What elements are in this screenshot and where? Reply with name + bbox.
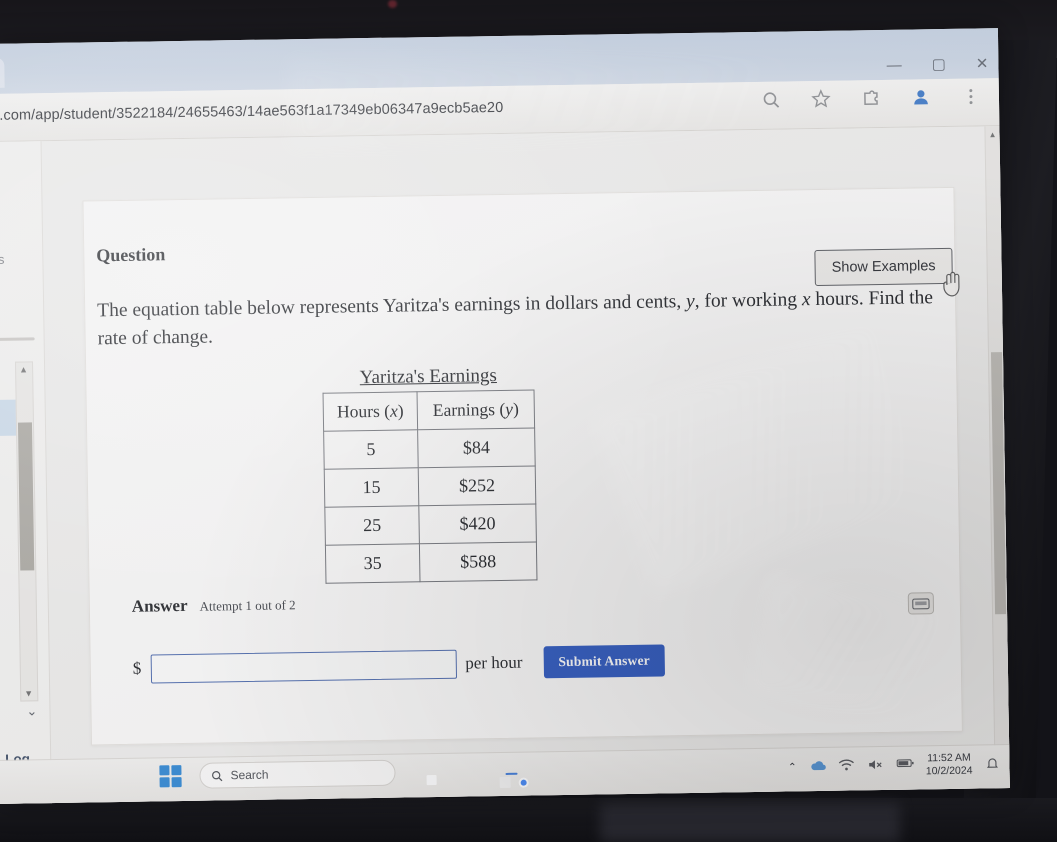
taskbar-app-list	[439, 771, 518, 775]
battery-icon[interactable]	[896, 758, 914, 774]
cell-earnings: $84	[417, 427, 536, 468]
onedrive-icon[interactable]	[810, 759, 827, 775]
chevron-down-icon[interactable]: ⌄	[26, 703, 37, 719]
search-icon[interactable]	[761, 90, 781, 110]
close-icon[interactable]: ✕	[976, 55, 989, 72]
clock-date: 10/2/2024	[925, 764, 973, 778]
clock-time: 11:52 AM	[927, 751, 971, 765]
system-tray: ⌃ 11:52 AM 10/2/2024	[788, 751, 1002, 781]
tray-overflow-icon[interactable]: ⌃	[788, 762, 797, 774]
currency-prefix: $	[132, 658, 142, 678]
bookmark-star-icon[interactable]	[811, 89, 831, 109]
scroll-up-icon[interactable]: ▲	[988, 130, 996, 139]
minimize-icon[interactable]: —	[887, 57, 902, 74]
maximize-icon[interactable]: ▢	[932, 56, 946, 73]
laptop-bezel-bottom	[0, 798, 1057, 842]
wifi-icon[interactable]	[839, 759, 855, 775]
browser-window: — ▢ ✕ h.com/app/student/3522184/24655463…	[0, 28, 1010, 804]
column-header-hours-var: x	[389, 400, 398, 421]
taskbar-clock[interactable]: 11:52 AM 10/2/2024	[926, 752, 973, 779]
sidebar-divider	[0, 337, 35, 341]
column-header-earnings-label: Earnings	[432, 399, 496, 421]
table-row: 35 $588	[325, 541, 537, 584]
taskbar-search-box[interactable]: Search	[199, 759, 396, 789]
taskbar-center-group: Search	[159, 758, 518, 790]
column-header-earnings: Earnings (y)	[417, 389, 535, 430]
show-examples-button[interactable]: Show Examples	[814, 247, 953, 287]
laptop-screen-photo: — ▢ ✕ h.com/app/student/3522184/24655463…	[0, 0, 1057, 842]
question-prompt: The equation table below represents Yari…	[97, 284, 936, 353]
submit-answer-button[interactable]: Submit Answer	[543, 644, 666, 679]
window-controls[interactable]: — ▢ ✕	[887, 55, 989, 74]
more-menu-icon[interactable]	[961, 86, 981, 106]
bezel-indicator-dot	[388, 0, 397, 8]
answer-input[interactable]	[150, 649, 457, 684]
question-card: Question Show Examples The equation tabl…	[82, 186, 963, 746]
table-row: 25 $420	[324, 503, 537, 546]
scroll-down-icon[interactable]: ▼	[24, 688, 33, 698]
prompt-segment-1: The equation table below represents Yari…	[97, 291, 687, 322]
bell-icon[interactable]	[985, 756, 1001, 772]
taskbar-search-label[interactable]: Search	[230, 768, 268, 783]
cell-hours: 15	[324, 467, 419, 508]
earnings-table-wrapper: Yaritza's Earnings Hours (x) Earnings (y…	[322, 364, 538, 584]
cell-hours: 25	[324, 505, 420, 546]
scrollbar-thumb[interactable]	[17, 422, 35, 571]
url-text[interactable]: h.com/app/student/3522184/24655463/14ae5…	[0, 100, 503, 124]
sidebar-item-label-clipped[interactable]: ks	[0, 252, 5, 267]
scroll-up-icon[interactable]: ▲	[19, 364, 28, 374]
mouse-cursor-hand	[940, 269, 966, 299]
search-icon	[212, 770, 223, 781]
cell-earnings: $420	[418, 503, 537, 544]
browser-tab[interactable]	[0, 57, 5, 88]
cell-hours: 35	[325, 543, 421, 584]
extensions-icon[interactable]	[861, 88, 881, 108]
desk-shadow	[600, 802, 900, 842]
column-header-earnings-var: y	[505, 398, 514, 419]
page-title: Question	[96, 244, 166, 266]
deltamath-page: ks ⌄ Log Out ▲ ▼ Question Show Examples …	[0, 126, 1010, 804]
volume-muted-icon[interactable]	[868, 758, 884, 774]
cell-earnings: $252	[418, 465, 536, 506]
earnings-table: Hours (x) Earnings (y) 5 $84 15 $252 25 …	[322, 389, 538, 584]
keyboard-icon[interactable]	[907, 592, 935, 615]
answer-header: Answer Attempt 1 out of 2	[132, 594, 296, 617]
cell-hours: 5	[323, 429, 419, 470]
variable-y: y	[685, 290, 695, 313]
prompt-segment-2: , for working	[694, 289, 803, 312]
start-button-icon[interactable]	[159, 765, 182, 788]
column-header-hours: Hours (x)	[323, 391, 418, 432]
column-header-hours-label: Hours	[336, 400, 380, 422]
cell-earnings: $588	[419, 541, 537, 582]
unit-suffix: per hour	[465, 652, 523, 673]
table-header-row: Hours (x) Earnings (y)	[323, 389, 535, 432]
table-title: Yaritza's Earnings	[359, 365, 497, 389]
table-row: 15 $252	[324, 465, 536, 508]
table-row: 5 $84	[323, 427, 536, 470]
answer-input-row: $ per hour Submit Answer	[133, 644, 666, 684]
browser-toolbar-icons[interactable]	[761, 86, 981, 109]
attempt-counter: Attempt 1 out of 2	[199, 597, 296, 614]
answer-label: Answer	[131, 595, 188, 616]
profile-icon[interactable]	[911, 87, 931, 107]
